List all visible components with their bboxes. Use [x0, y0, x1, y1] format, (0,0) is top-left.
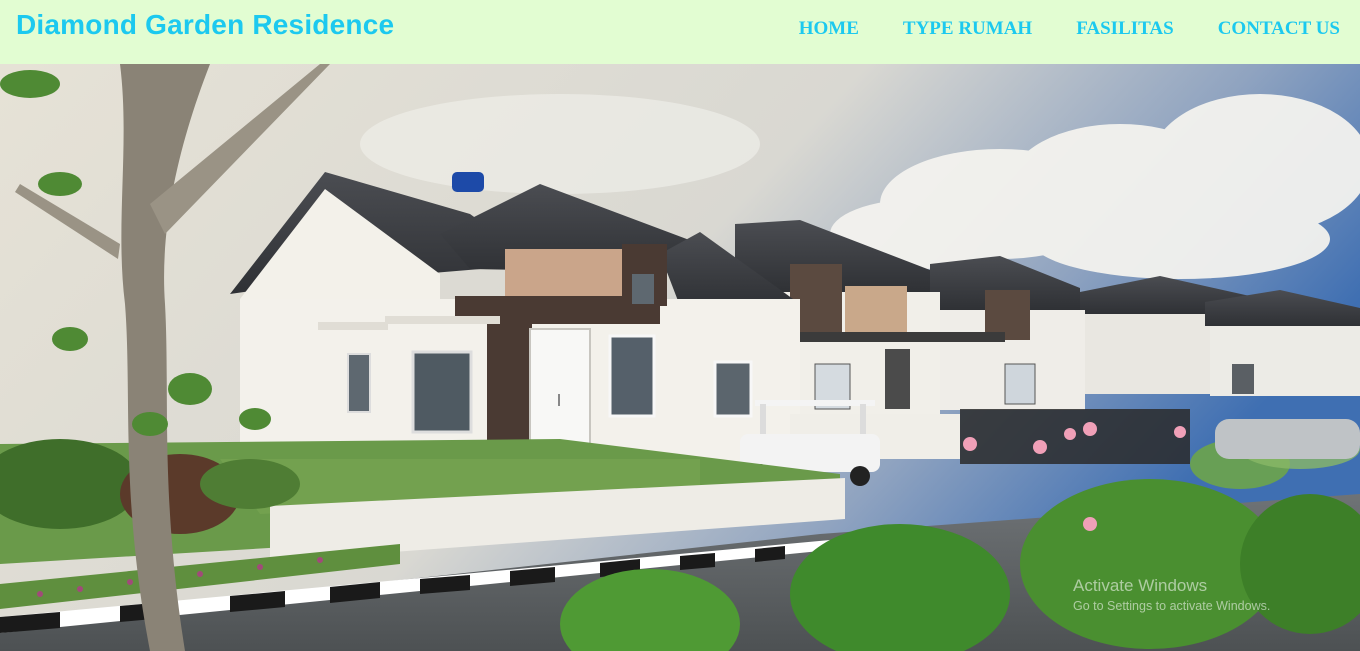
watermark-line-1: Activate Windows — [1073, 576, 1208, 595]
nav-type-rumah-link[interactable]: TYPE RUMAH — [903, 18, 1032, 40]
site-logo-text[interactable]: Diamond Garden Residence — [16, 9, 394, 41]
hero-banner — [0, 64, 1360, 651]
main-nav: HOME TYPE RUMAH FASILITAS CONTACT US — [799, 18, 1340, 40]
windows-activation-watermark: Activate Windows Go to Settings to activ… — [1073, 575, 1270, 615]
navbar: Diamond Garden Residence HOME TYPE RUMAH… — [0, 0, 1360, 64]
hero-house-image — [0, 64, 1360, 651]
nav-home-link[interactable]: HOME — [799, 18, 859, 40]
nav-fasilitas-link[interactable]: FASILITAS — [1076, 18, 1174, 40]
watermark-line-2: Go to Settings to activate Windows. — [1073, 599, 1271, 613]
nav-contact-us-link[interactable]: CONTACT US — [1218, 18, 1340, 40]
